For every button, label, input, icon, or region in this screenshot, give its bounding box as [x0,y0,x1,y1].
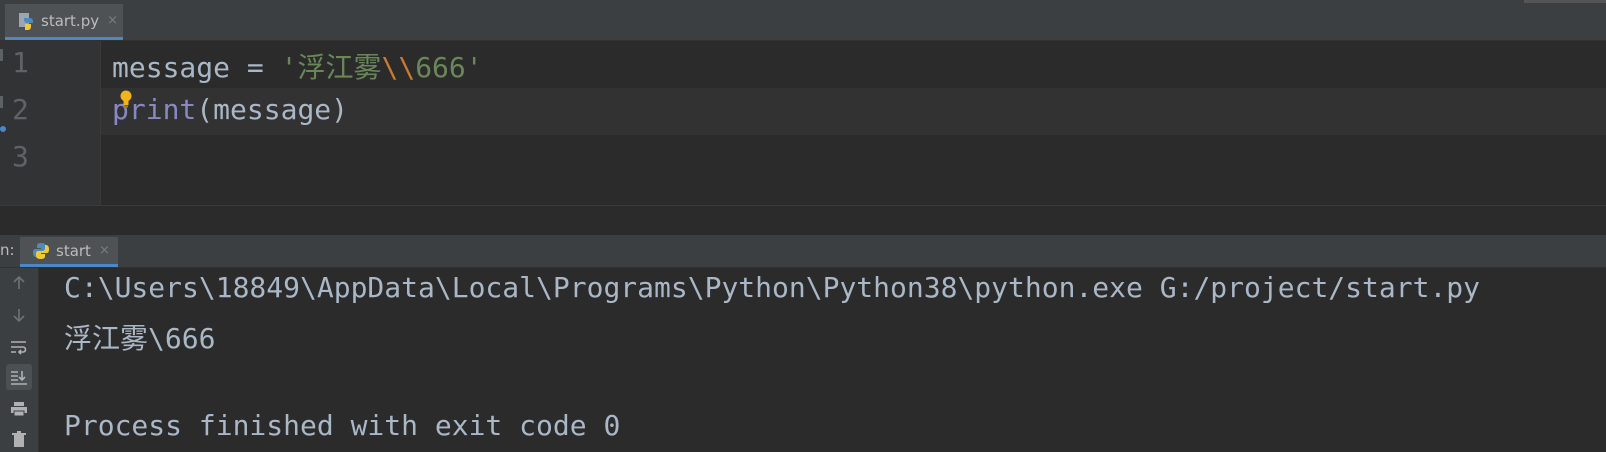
lightbulb-icon[interactable] [119,90,133,108]
arrow-up-button[interactable] [6,270,32,296]
tab-label: start.py [41,11,100,30]
line-number: 2 [12,93,29,126]
escape-sequence-token: \\ [381,51,416,84]
editor-tab-bar: start.py × [0,0,1606,41]
code-editor[interactable]: 1 2 3 message = '浮江雾\\666' print(message… [0,41,1606,205]
line-number: 1 [12,46,29,79]
arrow-down-icon [13,309,25,323]
gutter-change-markers [0,49,6,132]
run-toolbar [0,268,39,452]
quote-token: ' [465,51,483,84]
soft-wrap-button[interactable] [6,334,32,360]
close-tab-icon[interactable]: × [107,13,118,28]
arguments-token: (message) [196,93,349,126]
run-window-header: n: start × [0,235,1606,268]
string-token: 666 [415,51,466,84]
code-line-2[interactable]: print(message) [112,93,348,126]
variable-token: message [112,51,231,84]
run-console[interactable]: C:\Users\18849\AppData\Local\Programs\Py… [39,268,1606,452]
run-tab-start[interactable]: start × [20,237,118,267]
code-line-1[interactable]: message = '浮江雾\\666' [112,46,483,86]
delete-button[interactable] [6,426,32,452]
close-run-tab-icon[interactable]: × [99,243,110,258]
arrow-up-icon [13,275,25,289]
console-exit-message: Process finished with exit code 0 [64,409,621,442]
soft-wrap-icon [11,341,27,355]
delete-icon [12,431,26,447]
editor-bottom-area [0,205,1606,236]
run-tab-label: start [56,241,91,260]
run-window-title: n: [0,241,15,259]
arrow-down-button[interactable] [6,302,32,328]
string-token: 浮江雾 [297,51,382,84]
quote-token: ' [280,51,298,84]
line-number: 3 [12,140,29,173]
console-output-line: 浮江雾\666 [64,322,216,355]
python-file-icon [19,12,33,30]
scroll-to-end-icon [11,371,27,385]
console-command-line: C:\Users\18849\AppData\Local\Programs\Py… [64,271,1481,304]
python-icon [33,242,49,259]
operator-token: = [230,51,281,84]
print-button[interactable] [6,396,32,422]
scroll-to-end-button[interactable] [6,364,32,390]
line-number-gutter: 1 2 3 [0,41,101,205]
divider [1524,0,1606,3]
print-icon [11,402,27,417]
tab-start-py[interactable]: start.py × [5,4,123,40]
